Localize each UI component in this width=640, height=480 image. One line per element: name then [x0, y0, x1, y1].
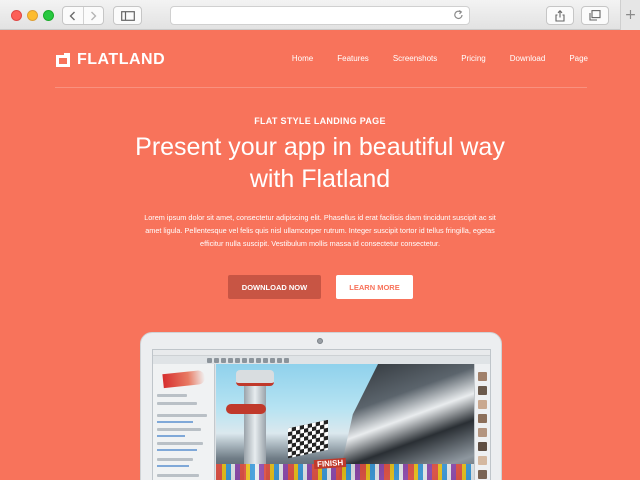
color-swatch [478, 386, 487, 395]
color-swatch [478, 456, 487, 465]
swatch-panel [474, 364, 490, 480]
nav-screenshots[interactable]: Screenshots [393, 54, 437, 63]
artwork-tower-top [236, 370, 274, 386]
panel-slider [157, 421, 193, 423]
panel-slider [157, 449, 197, 451]
color-swatch [478, 400, 487, 409]
main-nav: Home Features Screenshots Pricing Downlo… [268, 54, 588, 63]
minimize-window-button[interactable] [27, 10, 38, 21]
browser-toolbar: + [0, 0, 640, 30]
app-toolbar [203, 356, 383, 364]
logo-icon [56, 53, 70, 67]
tool-icon [235, 357, 240, 363]
color-swatch [478, 428, 487, 437]
hero-headline: Present your app in beautiful way with F… [0, 131, 640, 195]
panel-label [157, 428, 201, 431]
tool-icon [256, 357, 261, 363]
back-button[interactable] [63, 7, 83, 24]
share-button[interactable] [546, 6, 574, 25]
tool-icon [249, 357, 254, 363]
headline-line-1: Present your app in beautiful way [135, 133, 505, 161]
tool-icon [242, 357, 247, 363]
hero-eyebrow: FLAT STYLE LANDING PAGE [254, 116, 386, 126]
tool-icon [221, 357, 226, 363]
zoom-window-button[interactable] [43, 10, 54, 21]
panel-label [157, 442, 203, 445]
nav-pricing[interactable]: Pricing [461, 54, 485, 63]
artwork-drone [226, 404, 266, 414]
color-swatch [478, 414, 487, 423]
share-icon [555, 9, 565, 22]
close-window-button[interactable] [11, 10, 22, 21]
reload-icon[interactable] [453, 9, 464, 21]
history-nav [62, 6, 104, 25]
panel-label [157, 474, 199, 477]
landing-page: FLATLAND Home Features Screenshots Prici… [0, 30, 640, 480]
learn-more-button[interactable]: LEARN MORE [336, 275, 413, 299]
panel-label [157, 402, 197, 405]
brush-panel [153, 364, 215, 480]
tool-icon [284, 357, 289, 363]
lead-line-1: Lorem ipsum dolor sit amet, consectetur … [144, 213, 496, 222]
color-swatch [478, 470, 487, 479]
laptop-camera [317, 338, 323, 344]
panel-label [157, 414, 207, 417]
lead-line-2: amet ligula. Pellentesque vel felis quis… [145, 226, 495, 235]
brush-preview [162, 369, 206, 389]
forward-button[interactable] [82, 7, 104, 24]
tab-overview-button[interactable] [581, 6, 609, 25]
chevron-right-icon [90, 11, 97, 20]
hero-description: Lorem ipsum dolor sit amet, consectetur … [124, 211, 516, 250]
panel-label [157, 394, 187, 397]
new-tab-button[interactable]: + [620, 0, 640, 30]
color-swatch [478, 442, 487, 451]
site-logo[interactable]: FLATLAND [55, 51, 165, 69]
sidebar-icon [120, 10, 135, 21]
chevron-left-icon [69, 11, 76, 20]
tool-icon [277, 357, 282, 363]
headline-line-2: with Flatland [249, 165, 391, 193]
app-screenshot: FINISH [152, 349, 491, 480]
nav-page[interactable]: Page [569, 54, 588, 63]
artwork-buildings [336, 364, 476, 480]
tabs-icon [589, 10, 601, 21]
nav-divider [55, 87, 587, 88]
panel-label [157, 458, 193, 461]
panel-slider [157, 435, 185, 437]
panel-slider [157, 465, 189, 467]
sidebar-toggle-button[interactable] [113, 6, 142, 25]
canvas-artwork: FINISH [216, 364, 476, 480]
tool-icon [263, 357, 268, 363]
nav-home[interactable]: Home [292, 54, 313, 63]
tool-icon [228, 357, 233, 363]
logo-text: FLATLAND [77, 51, 166, 68]
color-swatch [478, 372, 487, 381]
address-bar[interactable] [170, 6, 470, 25]
lead-line-3: efficitur nulla suscipit. Vestibulum mol… [200, 239, 440, 248]
tool-icon [214, 357, 219, 363]
nav-download[interactable]: Download [510, 54, 546, 63]
artwork-checkered-flag [288, 419, 328, 459]
nav-features[interactable]: Features [337, 54, 369, 63]
tool-icon [270, 357, 275, 363]
laptop-mockup: FINISH [140, 332, 502, 480]
download-now-button[interactable]: DOWNLOAD NOW [228, 275, 321, 299]
tool-icon [207, 357, 212, 363]
